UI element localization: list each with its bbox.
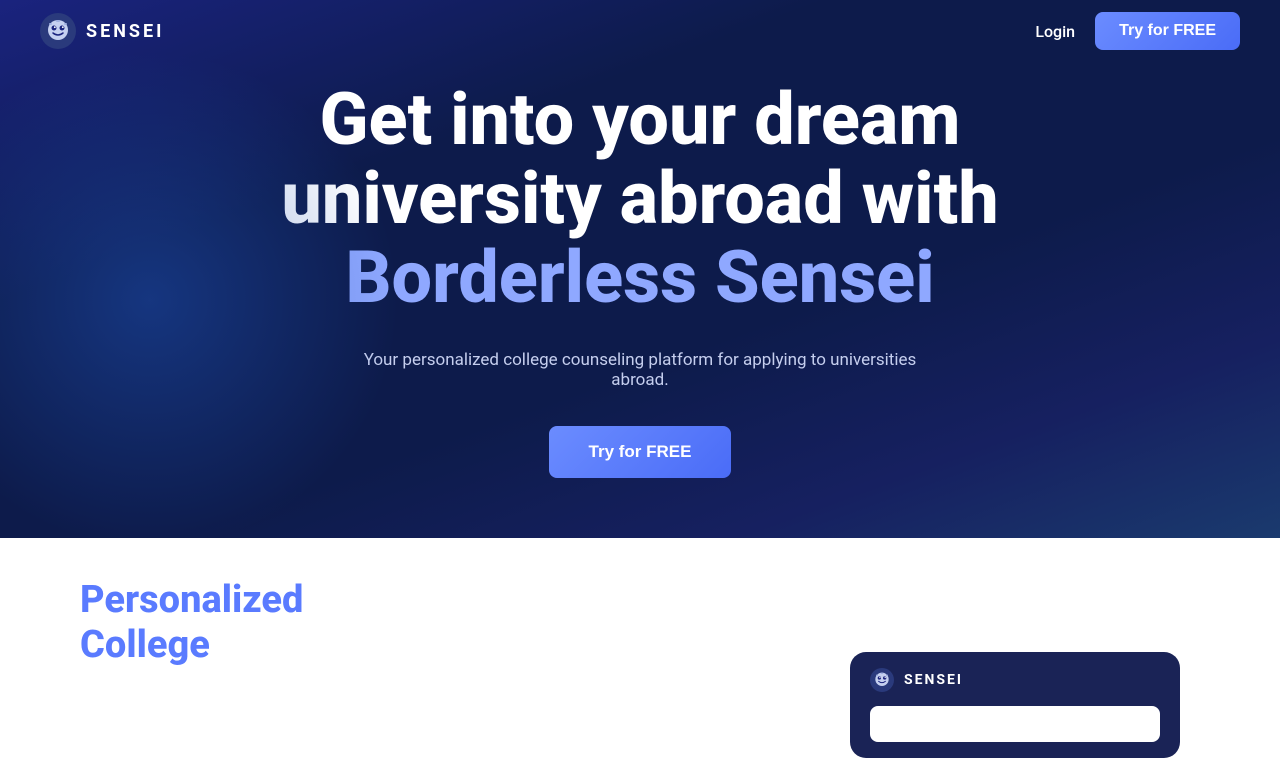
- nav-actions: Login Try for FREE: [1035, 12, 1240, 50]
- try-free-button-hero[interactable]: Try for FREE: [549, 426, 732, 478]
- personalized-college-heading: Personalized College: [80, 578, 380, 669]
- hero-heading: Get into your dream university abroad wi…: [281, 80, 998, 318]
- try-free-button-nav[interactable]: Try for FREE: [1095, 12, 1240, 50]
- sensei-card-logo-text: SENSEI: [904, 672, 963, 688]
- sensei-logo-icon: [40, 13, 76, 49]
- sensei-card-logo-icon: [870, 668, 894, 692]
- sensei-card: SENSEI: [850, 652, 1180, 758]
- hero-heading-line1: Get into your dream: [319, 77, 960, 162]
- logo-text: SENSEI: [86, 21, 164, 42]
- below-hero-section: Personalized College SENSEI: [0, 538, 1280, 748]
- sensei-card-input-field[interactable]: [870, 706, 1160, 742]
- hero-heading-line3: Borderless Sensei: [345, 235, 934, 320]
- hero-heading-line2: university abroad with: [281, 156, 998, 241]
- logo[interactable]: SENSEI: [40, 13, 164, 49]
- hero-section: Get into your dream university abroad wi…: [0, 0, 1280, 538]
- navbar: SENSEI Login Try for FREE: [0, 0, 1280, 62]
- login-link[interactable]: Login: [1035, 22, 1075, 41]
- hero-subtext: Your personalized college counseling pla…: [340, 350, 940, 390]
- sensei-card-header: SENSEI: [870, 668, 1160, 692]
